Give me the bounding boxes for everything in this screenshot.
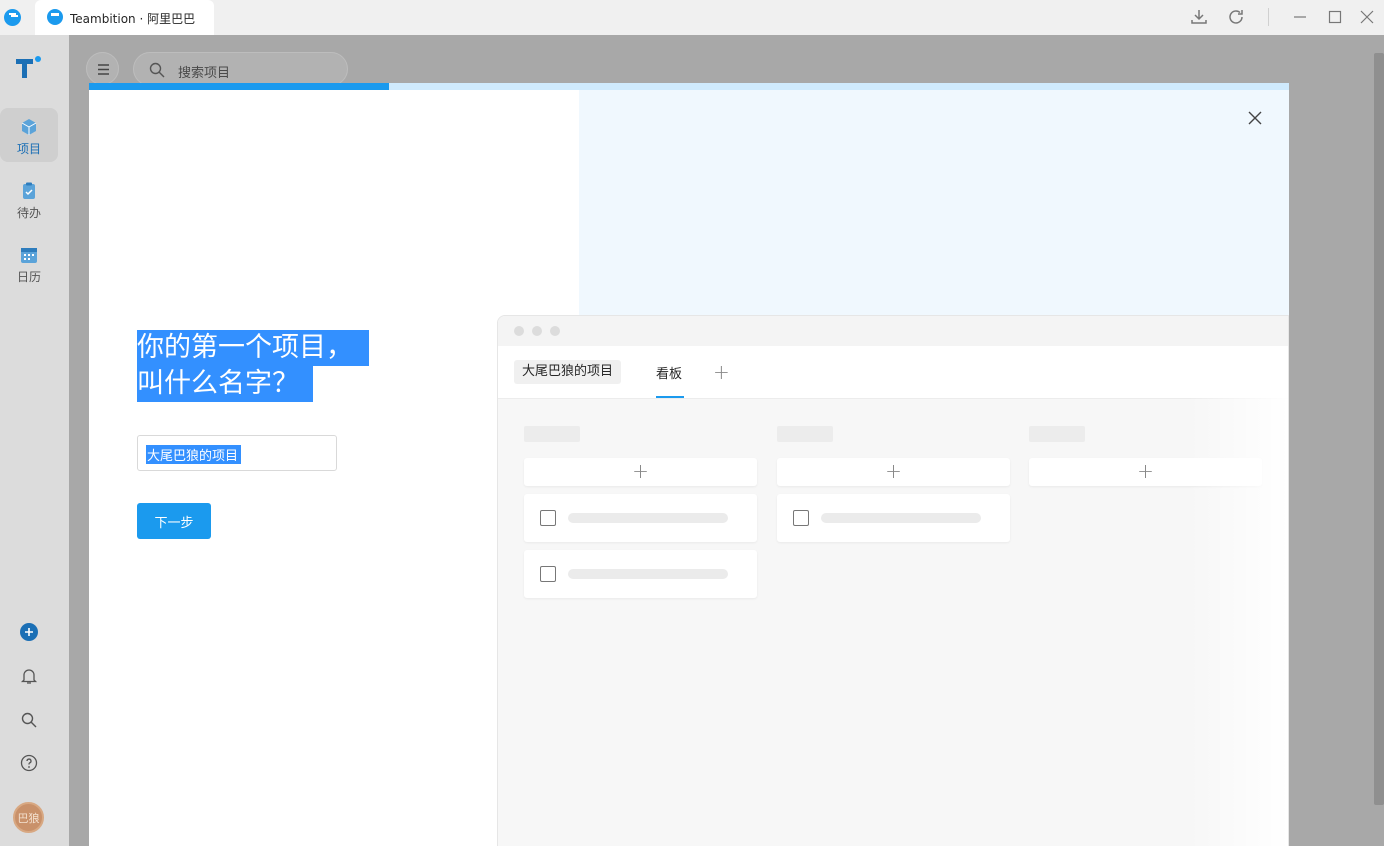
title-line-1: 你的第一个项目，: [137, 330, 369, 366]
task-card-placeholder: [777, 494, 1010, 542]
next-button[interactable]: 下一步: [137, 503, 211, 539]
teambition-logo-icon[interactable]: [16, 56, 44, 84]
download-icon[interactable]: [1186, 5, 1212, 29]
app-logo-icon: [4, 9, 21, 26]
bell-icon[interactable]: [19, 666, 39, 686]
help-icon[interactable]: [19, 753, 39, 773]
menu-icon: [98, 64, 109, 75]
sidebar-item-projects[interactable]: 项目: [0, 108, 58, 162]
project-preview: 大尾巴狼的项目 看板 + + + +: [497, 315, 1289, 846]
preview-tab-bar: 大尾巴狼的项目 看板 +: [498, 346, 1288, 399]
checkbox-icon: [793, 510, 809, 526]
progress-bar: [89, 83, 1289, 90]
column-header-placeholder: [1029, 426, 1085, 442]
project-name-value: 大尾巴狼的项目: [146, 445, 242, 464]
teambition-icon: [47, 9, 63, 25]
menu-button[interactable]: [86, 52, 119, 85]
preview-board-tab: 看板: [656, 367, 683, 382]
title-line-2: 叫什么名字？: [137, 366, 313, 402]
window-dot: [532, 326, 542, 336]
window-dot: [514, 326, 524, 336]
search-input[interactable]: 搜索项目: [133, 52, 348, 86]
checkbox-icon: [540, 566, 556, 582]
clipboard-icon: [20, 182, 38, 200]
task-card-placeholder: [524, 550, 757, 598]
sidebar-item-label: 项目: [16, 142, 41, 156]
close-window-icon[interactable]: [1354, 5, 1380, 29]
search-icon[interactable]: [19, 710, 39, 730]
close-icon[interactable]: [1244, 107, 1266, 129]
title-bar: Teambition · 阿里巴巴: [0, 0, 1384, 35]
tab-title: Teambition · 阿里巴巴: [70, 12, 196, 26]
checkbox-icon: [540, 510, 556, 526]
preview-background: [579, 90, 1289, 320]
progress-fill: [89, 83, 389, 90]
maximize-icon[interactable]: [1322, 5, 1348, 29]
sidebar: 项目 待办 日历 巴狼: [0, 35, 69, 846]
text-placeholder: [568, 569, 728, 579]
task-card-placeholder: [524, 494, 757, 542]
page-title: 你的第一个项目， 叫什么名字？: [137, 330, 369, 402]
search-placeholder: 搜索项目: [178, 66, 231, 81]
title-separator: [1268, 8, 1269, 26]
cube-icon: [20, 118, 38, 136]
minimize-icon[interactable]: [1287, 5, 1313, 29]
add-task-placeholder: +: [777, 458, 1010, 486]
onboarding-modal: 你的第一个项目， 叫什么名字？ 大尾巴狼的项目 下一步 大尾巴狼的项目 看板 +…: [89, 83, 1289, 846]
sidebar-item-label: 待办: [16, 206, 41, 220]
sidebar-item-calendar[interactable]: 日历: [0, 236, 58, 290]
avatar[interactable]: 巴狼: [13, 802, 44, 833]
window-dot: [550, 326, 560, 336]
browser-tab[interactable]: Teambition · 阿里巴巴: [35, 0, 214, 35]
column-header-placeholder: [777, 426, 833, 442]
sidebar-item-label: 日历: [16, 270, 41, 284]
active-tab-indicator: [656, 396, 684, 398]
sidebar-item-todo[interactable]: 待办: [0, 172, 58, 226]
project-name-input[interactable]: 大尾巴狼的项目: [137, 435, 337, 471]
column-header-placeholder: [524, 426, 580, 442]
search-icon: [149, 62, 165, 78]
calendar-icon: [20, 246, 38, 264]
text-placeholder: [568, 513, 728, 523]
preview-project-tab: 大尾巴狼的项目: [514, 360, 622, 384]
preview-add-tab-icon: +: [713, 360, 730, 384]
add-task-placeholder: +: [524, 458, 757, 486]
preview-fade: [1188, 346, 1288, 846]
scrollbar[interactable]: [1374, 53, 1384, 805]
refresh-icon[interactable]: [1223, 5, 1249, 29]
text-placeholder: [821, 513, 981, 523]
preview-window-bar: [498, 316, 1288, 346]
add-icon[interactable]: [19, 622, 39, 642]
